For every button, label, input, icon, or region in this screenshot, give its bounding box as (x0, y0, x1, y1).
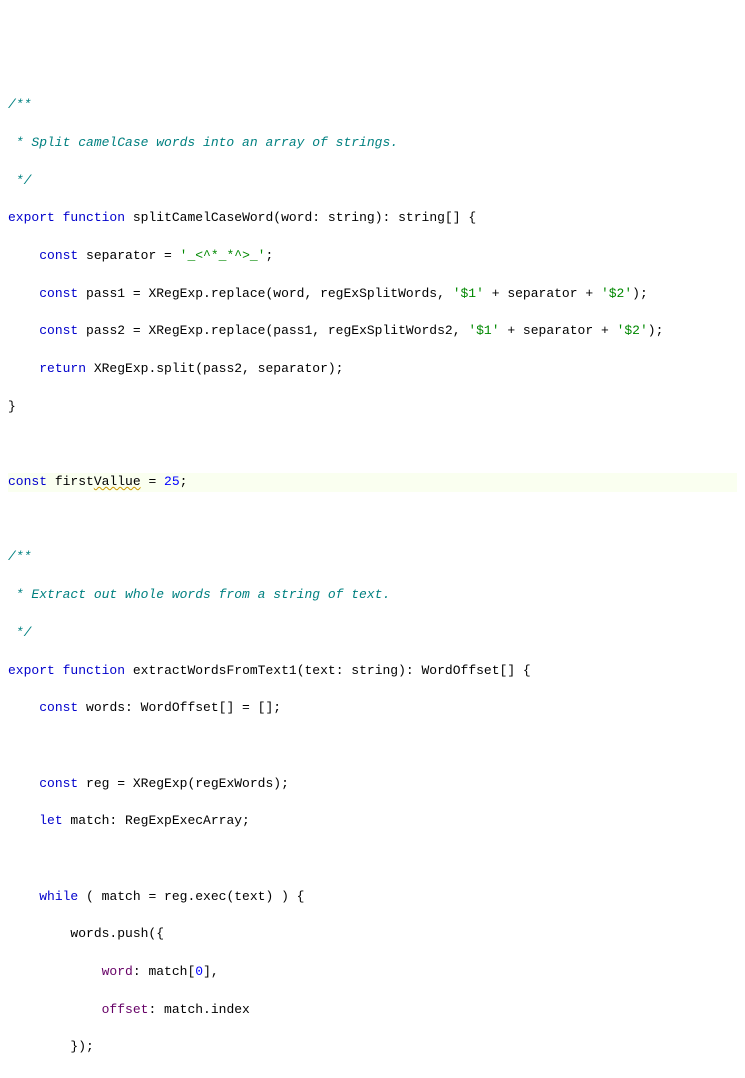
keyword: const (8, 474, 47, 489)
keyword: const (39, 323, 78, 338)
code-line: * Split camelCase words into an array of… (8, 134, 737, 153)
code-text: words.push({ (8, 926, 164, 941)
keyword: let (39, 813, 62, 828)
keyword: function (63, 663, 125, 678)
keyword: const (39, 700, 78, 715)
code-text: : match.index (148, 1002, 249, 1017)
code-text: pass1 = XRegExp.replace(word, regExSplit… (78, 286, 452, 301)
code-editor[interactable]: /** * Split camelCase words into an arra… (8, 77, 737, 1078)
keyword: while (39, 889, 78, 904)
code-line: const separator = '_<^*_*^>_'; (8, 247, 737, 266)
comment: /** (8, 97, 31, 112)
code-line: */ (8, 172, 737, 191)
signature: (word: string): string[] { (273, 210, 476, 225)
code-line: const reg = XRegExp(regExWords); (8, 775, 737, 794)
keyword: const (39, 286, 78, 301)
code-line: offset: match.index (8, 1001, 737, 1020)
code-line: const pass2 = XRegExp.replace(pass1, reg… (8, 322, 737, 341)
code-line (8, 737, 737, 756)
code-text: match: RegExpExecArray; (63, 813, 250, 828)
code-text: words: WordOffset[] = []; (78, 700, 281, 715)
code-line (8, 435, 737, 454)
code-text: pass2 = XRegExp.replace(pass1, regExSpli… (78, 323, 468, 338)
string-literal: '$1' (453, 286, 484, 301)
code-text: ], (203, 964, 219, 979)
code-line (8, 511, 737, 530)
comment: */ (8, 625, 31, 640)
code-text: first (47, 474, 94, 489)
code-line: } (8, 1076, 737, 1078)
code-line: export function splitCamelCaseWord(word:… (8, 209, 737, 228)
signature: (text: string): WordOffset[] { (297, 663, 531, 678)
code-text: reg = XRegExp(regExWords); (78, 776, 289, 791)
code-line: /** (8, 96, 737, 115)
code-line: const words: WordOffset[] = []; (8, 699, 737, 718)
code-line: return XRegExp.split(pass2, separator); (8, 360, 737, 379)
code-line: * Extract out whole words from a string … (8, 586, 737, 605)
code-text: } (8, 1077, 47, 1078)
cursor-line: const firstVallue = 25; (8, 473, 737, 492)
code-text: ); (632, 286, 648, 301)
property: word (102, 964, 133, 979)
string-literal: '$2' (617, 323, 648, 338)
code-text: ( match = reg.exec(text) ) { (78, 889, 304, 904)
comment: /** (8, 549, 31, 564)
code-text: ); (648, 323, 664, 338)
string-literal: '_<^*_*^>_' (180, 248, 266, 263)
code-text: XRegExp.split(pass2, separator); (86, 361, 343, 376)
string-literal: '$2' (601, 286, 632, 301)
code-line: export function extractWordsFromText1(te… (8, 662, 737, 681)
code-line: let match: RegExpExecArray; (8, 812, 737, 831)
code-line: */ (8, 624, 737, 643)
keyword: export (8, 210, 55, 225)
keyword: const (39, 776, 78, 791)
code-line (8, 850, 737, 869)
comment: */ (8, 173, 31, 188)
keyword: export (8, 663, 55, 678)
code-line: }); (8, 1038, 737, 1057)
code-text: separator = (78, 248, 179, 263)
code-line: } (8, 398, 737, 417)
property: offset (102, 1002, 149, 1017)
code-text: } (8, 399, 16, 414)
function-name: extractWordsFromText1 (133, 663, 297, 678)
code-text: + separator + (484, 286, 601, 301)
string-literal: '$1' (468, 323, 499, 338)
code-text: + separator + (500, 323, 617, 338)
code-text: ; (265, 248, 273, 263)
code-text: = (141, 474, 164, 489)
keyword: return (39, 361, 86, 376)
code-line: while ( match = reg.exec(text) ) { (8, 888, 737, 907)
keyword: function (63, 210, 125, 225)
keyword: const (39, 248, 78, 263)
number-literal: 25 (164, 474, 180, 489)
comment: * Split camelCase words into an array of… (8, 135, 398, 150)
code-line: /** (8, 548, 737, 567)
number-literal: 0 (195, 964, 203, 979)
code-text: : match[ (133, 964, 195, 979)
code-line: const pass1 = XRegExp.replace(word, regE… (8, 285, 737, 304)
comment: * Extract out whole words from a string … (8, 587, 390, 602)
function-name: splitCamelCaseWord (133, 210, 273, 225)
spell-error: Vallue (94, 474, 141, 489)
code-line: words.push({ (8, 925, 737, 944)
code-line: word: match[0], (8, 963, 737, 982)
code-text: ; (180, 474, 188, 489)
code-text: }); (8, 1039, 94, 1054)
